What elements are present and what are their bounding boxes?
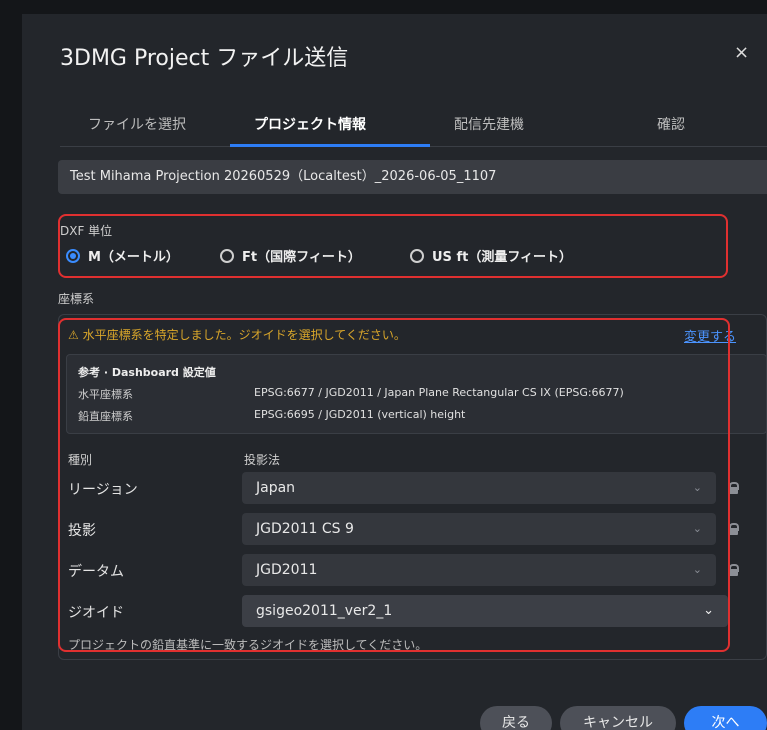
radio-unit-intl-foot[interactable]: Ft（国際フィート） [220, 246, 361, 265]
radio-unit-survey-foot[interactable]: US ft（測量フィート） [410, 246, 572, 265]
radio-unchecked-icon [410, 248, 424, 263]
cancel-button[interactable]: キャンセル [560, 706, 676, 730]
back-button[interactable]: 戻る [480, 706, 552, 730]
radio-unchecked-icon [220, 248, 234, 263]
crs-highlight [58, 318, 730, 652]
tab-project-info[interactable]: プロジェクト情報 [254, 114, 366, 134]
crs-label: 座標系 [58, 292, 95, 306]
wizard-tabs: ファイルを選択 プロジェクト情報 配信先建機 確認 [60, 106, 767, 147]
radio-label: Ft（国際フィート） [242, 250, 361, 265]
tab-confirm[interactable]: 確認 [657, 114, 685, 134]
dxf-unit-highlight: DXF 単位 M（メートル） Ft（国際フィート） US ft（測量フィート） [58, 214, 728, 278]
dxf-unit-label: DXF 単位 [60, 224, 113, 238]
dialog-title: 3DMG Project ファイル送信 [60, 46, 349, 71]
active-tab-indicator [230, 144, 430, 147]
tab-select-file[interactable]: ファイルを選択 [88, 114, 186, 134]
radio-label: M（メートル） [88, 250, 179, 265]
send-file-dialog: 3DMG Project ファイル送信 × ファイルを選択 プロジェクト情報 配… [22, 14, 767, 730]
tab-target-machines[interactable]: 配信先建機 [454, 114, 524, 134]
radio-unit-meter[interactable]: M（メートル） [66, 246, 179, 265]
radio-checked-icon [66, 248, 80, 263]
next-button[interactable]: 次へ [684, 706, 767, 730]
close-icon[interactable]: × [734, 42, 749, 63]
project-name-field[interactable]: Test Mihama Projection 20260529（Localtes… [58, 160, 767, 194]
radio-label: US ft（測量フィート） [432, 250, 573, 265]
